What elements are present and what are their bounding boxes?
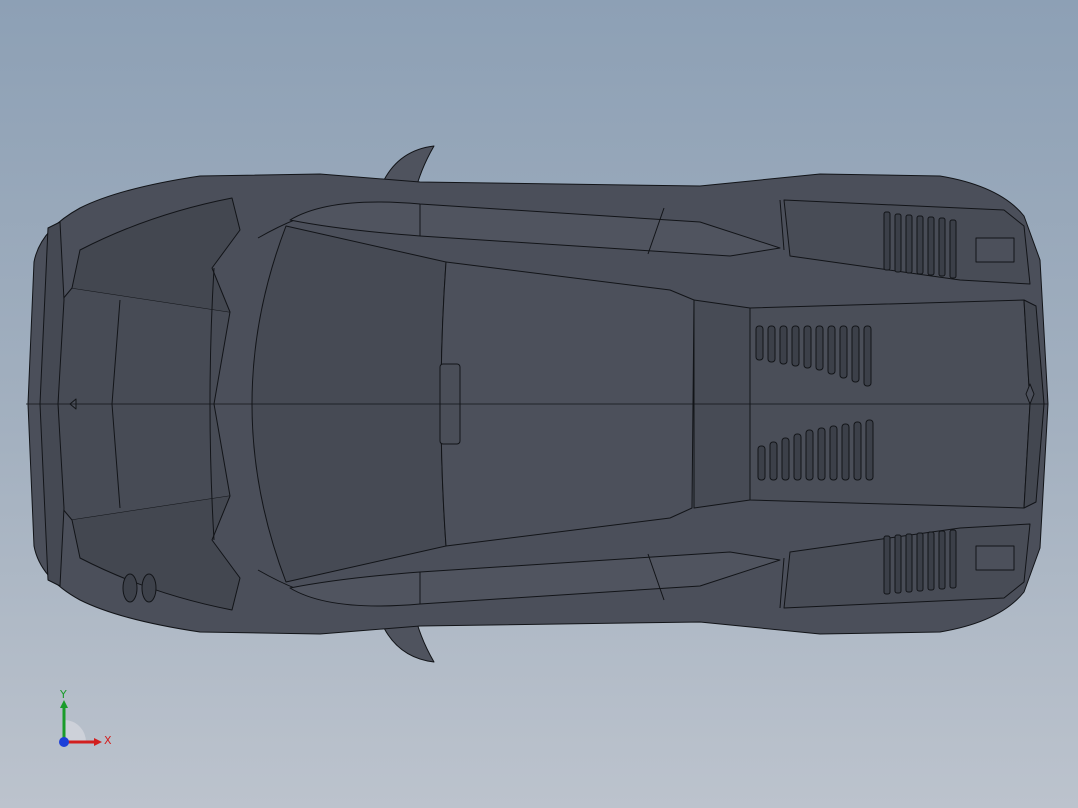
model-viewport[interactable]: [0, 0, 1078, 808]
left-rear-vents: [883, 211, 957, 279]
z-axis-icon: [59, 737, 69, 747]
front-light-left: [122, 573, 138, 603]
coordinate-triad[interactable]: Y X: [50, 684, 120, 754]
x-axis-label: X: [104, 734, 112, 747]
y-axis-label: Y: [59, 688, 67, 701]
car-model[interactable]: [26, 145, 1049, 663]
front-light-right: [141, 573, 157, 603]
right-rear-vents: [883, 529, 957, 595]
